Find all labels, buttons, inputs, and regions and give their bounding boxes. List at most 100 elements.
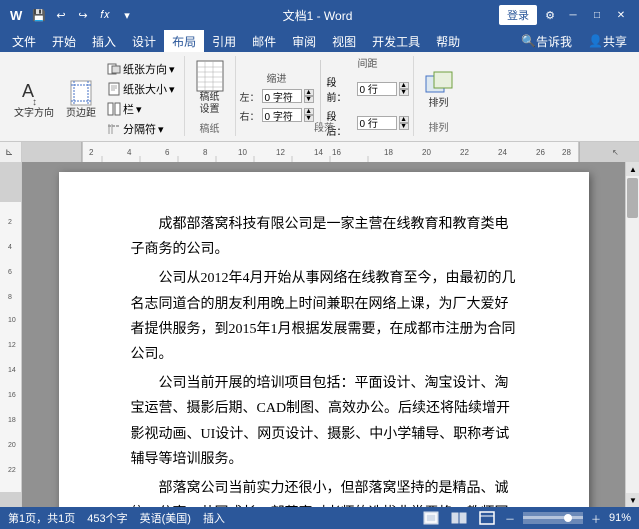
svg-text:24: 24	[498, 148, 507, 157]
scroll-up-button[interactable]: ▲	[626, 162, 639, 176]
save-icon[interactable]: 💾	[30, 6, 48, 24]
page-margin-button[interactable]: 页边距	[62, 76, 100, 122]
svg-text:↕: ↕	[32, 97, 37, 107]
menu-references[interactable]: 引用	[204, 30, 244, 52]
quick-access-toolbar: W 💾 ↩ ↪ 𝑓𝑥 ▾	[8, 6, 136, 24]
ribbon: A ↕ 文字方向	[0, 52, 639, 142]
document-page[interactable]: 成都部落窝科技有限公司是一家主营在线教育和教育类电子商务的公司。 公司从2012…	[59, 172, 589, 507]
menu-developer[interactable]: 开发工具	[364, 30, 428, 52]
svg-text:6: 6	[165, 148, 170, 157]
app-window: W 💾 ↩ ↪ 𝑓𝑥 ▾ 文档1 - Word 登录 ⚙ ─ □ ✕ 文件 开始…	[0, 0, 639, 529]
menu-insert[interactable]: 插入	[84, 30, 124, 52]
menu-review[interactable]: 审阅	[284, 30, 324, 52]
svg-text:16: 16	[332, 148, 341, 157]
horizontal-ruler-area: ⊾ 2 4 6 8 10	[0, 142, 639, 162]
indent-left-arrows: ▲ ▼	[304, 89, 314, 103]
menu-mail[interactable]: 邮件	[244, 30, 284, 52]
zoom-thumb[interactable]	[564, 514, 572, 522]
search-icon: 🔍	[521, 34, 536, 48]
draft-settings-button[interactable]: 稿纸设置	[191, 60, 229, 118]
svg-text:14: 14	[314, 148, 323, 157]
indent-left-row: 左： 0 字符 ▲ ▼	[240, 89, 314, 104]
customize-quick-access-icon[interactable]: ▾	[118, 6, 136, 24]
menu-file[interactable]: 文件	[4, 30, 44, 52]
page-margin-icon	[66, 78, 96, 108]
svg-text:22: 22	[8, 467, 16, 474]
breaks-icon	[107, 122, 121, 136]
text-direction-label: 文字方向	[14, 108, 54, 120]
paper-size-button[interactable]: 纸张大小 ▾	[104, 80, 178, 98]
formula-icon[interactable]: 𝑓𝑥	[96, 6, 114, 24]
indent-left-up[interactable]: ▲	[304, 89, 314, 96]
spacing-before-label: 段前：	[327, 74, 355, 104]
login-button[interactable]: 登录	[499, 5, 537, 25]
read-mode-button[interactable]	[449, 510, 469, 526]
options-icon[interactable]: ⚙	[541, 6, 559, 24]
menu-tell-me[interactable]: 🔍 告诉我	[513, 30, 580, 52]
redo-icon[interactable]: ↪	[74, 6, 92, 24]
title-bar: W 💾 ↩ ↪ 𝑓𝑥 ▾ 文档1 - Word 登录 ⚙ ─ □ ✕	[0, 0, 639, 30]
draft-content: 稿纸设置	[191, 60, 229, 118]
content-area: 2 4 6 8 10 12 14 16 18 20 22 成都部落窝科技有限公司…	[0, 162, 639, 507]
menu-view[interactable]: 视图	[324, 30, 364, 52]
indent-left-down[interactable]: ▼	[304, 96, 314, 103]
svg-text:4: 4	[127, 148, 132, 157]
spacing-before-down[interactable]: ▼	[399, 89, 409, 96]
menu-share[interactable]: 👤 共享	[580, 30, 635, 52]
zoom-track	[523, 516, 583, 519]
spacing-before-row: 段前： 0 行 ▲ ▼	[327, 74, 409, 104]
breaks-arrow-icon: ▾	[158, 123, 164, 136]
minimize-button[interactable]: ─	[563, 5, 583, 25]
svg-text:12: 12	[8, 342, 16, 349]
svg-text:18: 18	[384, 148, 393, 157]
spacing-before-value[interactable]: 0 行	[357, 82, 397, 96]
orientation-icon	[107, 62, 121, 76]
paragraph-4: 部落窝公司当前实力还很小，但部落窝坚持的是精品、诚信、分享、共同成长。部落窝对老…	[131, 476, 517, 507]
indent-left-value[interactable]: 0 字符	[262, 89, 302, 103]
svg-text:18: 18	[8, 417, 16, 424]
zoom-level[interactable]: 91%	[609, 512, 631, 524]
scroll-down-button[interactable]: ▼	[626, 493, 639, 507]
scroll-thumb[interactable]	[627, 178, 638, 218]
draft-settings-icon	[195, 62, 225, 92]
print-layout-button[interactable]	[421, 510, 441, 526]
undo-icon[interactable]: ↩	[52, 6, 70, 24]
web-layout-button[interactable]	[477, 510, 497, 526]
indent-right-up[interactable]: ▲	[304, 108, 314, 115]
draft-settings-label: 稿纸设置	[200, 92, 220, 116]
menu-design[interactable]: 设计	[124, 30, 164, 52]
zoom-minus-icon[interactable]: －	[505, 511, 515, 526]
svg-text:10: 10	[238, 148, 247, 157]
spacing-label: 间距	[327, 55, 409, 70]
close-button[interactable]: ✕	[611, 5, 631, 25]
svg-text:6: 6	[8, 269, 12, 276]
breaks-button[interactable]: 分隔符 ▾	[104, 120, 178, 138]
columns-button[interactable]: 栏 ▾	[104, 100, 178, 118]
arrange-label: 排列	[429, 98, 449, 110]
menu-layout[interactable]: 布局	[164, 30, 204, 52]
svg-text:2: 2	[8, 219, 12, 226]
scroll-track[interactable]	[626, 176, 639, 493]
ribbon-group-paragraph: 缩进 左： 0 字符 ▲ ▼ 右： 0 字符 ▲	[236, 56, 414, 136]
orientation-arrow-icon: ▾	[169, 63, 175, 76]
restore-button[interactable]: □	[587, 5, 607, 25]
text-direction-button[interactable]: A ↕ 文字方向	[10, 76, 58, 122]
zoom-slider[interactable]	[523, 512, 583, 524]
ribbon-groups: A ↕ 文字方向	[4, 56, 635, 136]
draft-label: 稿纸	[191, 118, 229, 135]
document-scroll-area[interactable]: 成都部落窝科技有限公司是一家主营在线教育和教育类电子商务的公司。 公司从2012…	[22, 162, 625, 507]
menu-home[interactable]: 开始	[44, 30, 84, 52]
edit-mode: 插入	[203, 510, 225, 526]
page-setup-content: A ↕ 文字方向	[10, 60, 178, 138]
paper-orientation-button[interactable]: 纸张方向 ▾	[104, 60, 178, 78]
vertical-scrollbar[interactable]: ▲ ▼	[625, 162, 639, 507]
arrange-content: 排列	[420, 60, 458, 117]
arrange-button[interactable]: 排列	[420, 66, 458, 112]
paragraph-1: 成都部落窝科技有限公司是一家主营在线教育和教育类电子商务的公司。	[131, 212, 517, 262]
paragraph-3: 公司当前开展的培训项目包括：平面设计、淘宝设计、淘宝运营、摄影后期、CAD制图、…	[131, 371, 517, 472]
menu-help[interactable]: 帮助	[428, 30, 468, 52]
zoom-plus-icon[interactable]: ＋	[591, 511, 601, 526]
paragraph-label: 段落	[236, 119, 413, 134]
page-info: 第1页，共1页	[8, 510, 75, 526]
spacing-before-up[interactable]: ▲	[399, 82, 409, 89]
